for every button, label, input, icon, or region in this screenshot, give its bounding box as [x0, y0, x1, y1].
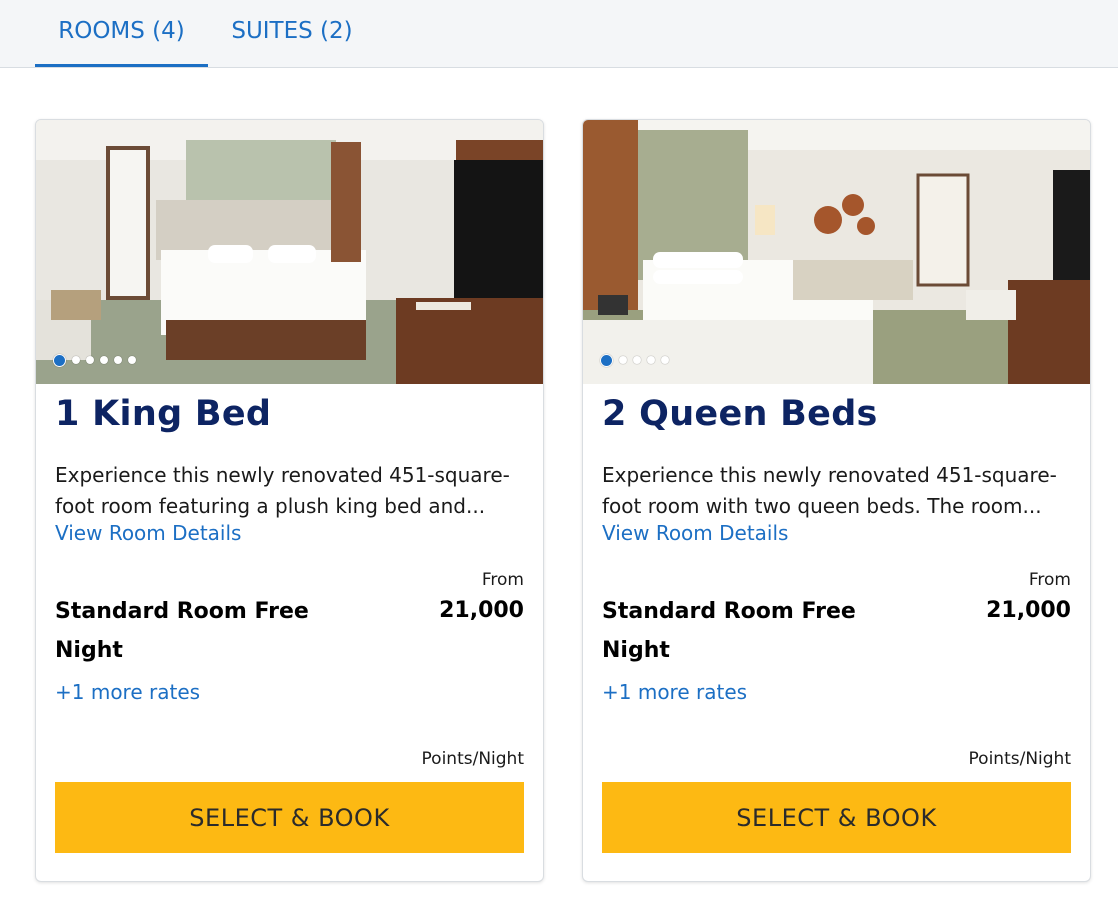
room-photo — [36, 120, 543, 384]
more-rates-link[interactable]: +1 more rates — [55, 680, 200, 704]
rate-name: Standard Room Free Night — [602, 599, 856, 663]
tab-rooms[interactable]: ROOMS (4) — [35, 0, 208, 68]
carousel-dot[interactable] — [600, 353, 613, 367]
carousel-dot[interactable] — [128, 356, 136, 364]
carousel-dot[interactable] — [633, 356, 641, 364]
points-per-night-label: Points/Night — [421, 749, 524, 769]
points-price: 21,000 — [439, 598, 524, 623]
active-tab-indicator — [35, 64, 208, 67]
room-photo-carousel[interactable] — [583, 120, 1090, 384]
tab-suites[interactable]: SUITES (2) — [212, 0, 372, 68]
room-title: 2 Queen Beds — [602, 394, 878, 434]
room-card-queen: 2 Queen Beds Experience this newly renov… — [582, 119, 1091, 882]
points-price: 21,000 — [986, 598, 1071, 623]
room-title: 1 King Bed — [55, 394, 272, 434]
photo-pagination-dots — [53, 352, 136, 368]
room-type-tabs: ROOMS (4) SUITES (2) — [0, 0, 1118, 68]
carousel-dot[interactable] — [114, 356, 122, 364]
carousel-dot[interactable] — [619, 356, 627, 364]
select-and-book-button[interactable]: SELECT & BOOK — [55, 782, 524, 853]
carousel-dot[interactable] — [661, 356, 669, 364]
more-rates-link[interactable]: +1 more rates — [602, 680, 747, 704]
from-label: From — [1028, 570, 1071, 590]
room-photo-carousel[interactable] — [36, 120, 543, 384]
photo-pagination-dots — [600, 352, 669, 368]
select-and-book-button[interactable]: SELECT & BOOK — [602, 782, 1071, 853]
view-room-details-link[interactable]: View Room Details — [55, 521, 241, 545]
carousel-dot[interactable] — [72, 356, 80, 364]
points-per-night-label: Points/Night — [968, 749, 1071, 769]
carousel-dot[interactable] — [53, 353, 66, 367]
room-description: Experience this newly renovated 451-squa… — [602, 463, 1057, 518]
carousel-dot[interactable] — [86, 356, 94, 364]
room-description: Experience this newly renovated 451-squa… — [55, 463, 510, 518]
carousel-dot[interactable] — [647, 356, 655, 364]
view-room-details-link[interactable]: View Room Details — [602, 521, 788, 545]
room-photo — [583, 120, 1090, 384]
room-card-king: 1 King Bed Experience this newly renovat… — [35, 119, 544, 882]
carousel-dot[interactable] — [100, 356, 108, 364]
rate-name: Standard Room Free Night — [55, 599, 309, 663]
from-label: From — [481, 570, 524, 590]
